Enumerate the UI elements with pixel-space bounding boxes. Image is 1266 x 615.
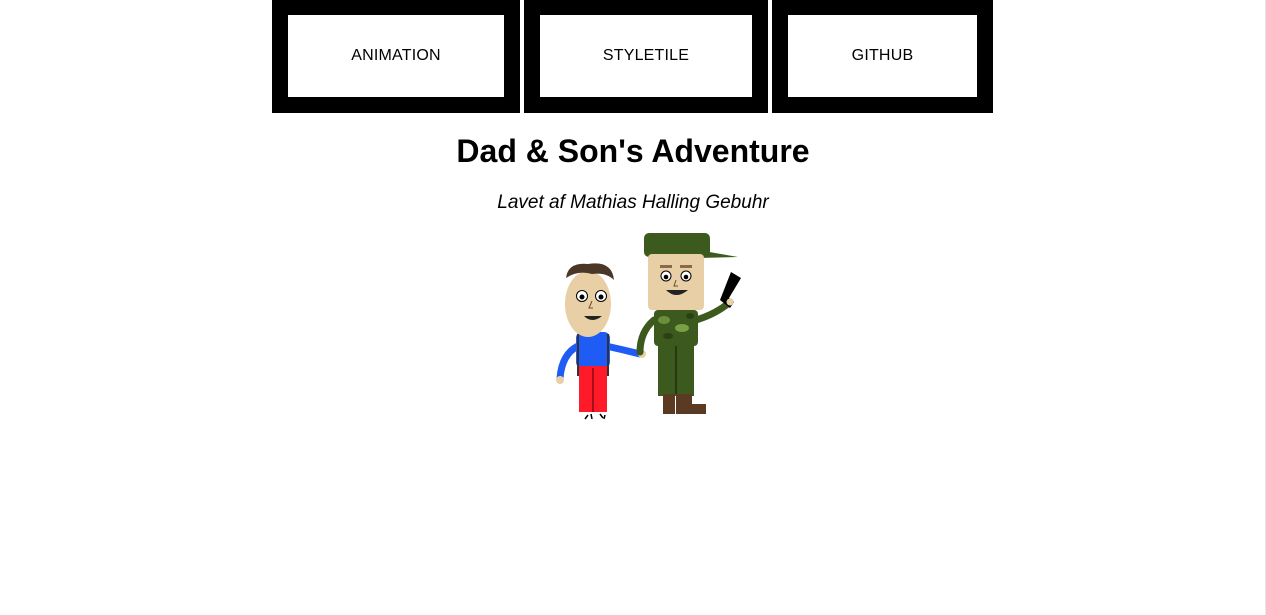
- author-subtitle: Lavet af Mathias Halling Gebuhr: [497, 192, 769, 213]
- nav-github-button[interactable]: GITHUB: [788, 15, 977, 97]
- page-title: Dad & Son's Adventure: [456, 133, 810, 169]
- nav-divider: [520, 0, 524, 113]
- nav-animation-button[interactable]: ANIMATION: [288, 15, 504, 97]
- son-character: [556, 263, 646, 420]
- page: ANIMATION STYLETILE GITHUB Dad & Son's A…: [0, 0, 1266, 615]
- nav-styletile-button[interactable]: STYLETILE: [540, 15, 752, 97]
- top-navigation: ANIMATION STYLETILE GITHUB: [272, 0, 993, 113]
- dad-and-son-illustration: [556, 233, 741, 420]
- dad-character: [636, 233, 741, 414]
- nav-divider: [768, 0, 772, 113]
